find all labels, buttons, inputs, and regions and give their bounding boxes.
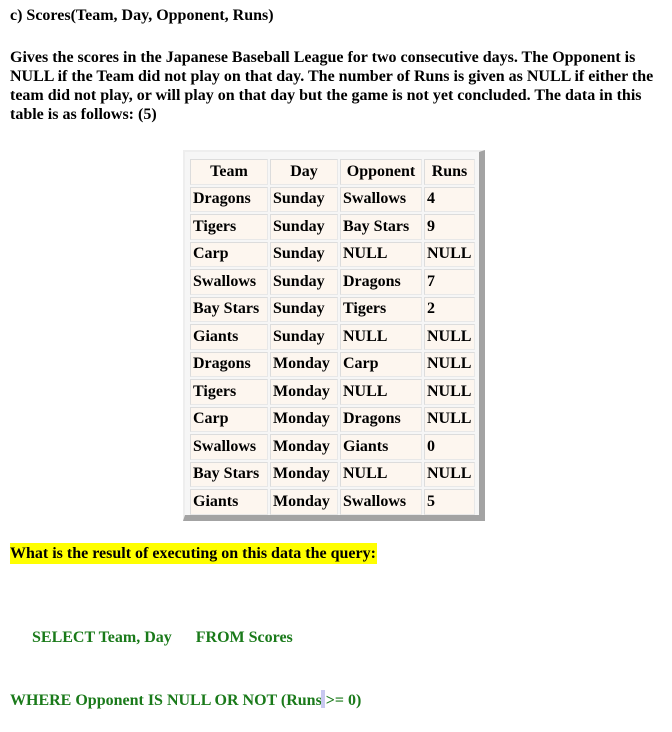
table-row: Giants Sunday NULL NULL — [190, 324, 475, 350]
cell-opponent: Carp — [340, 351, 422, 377]
cell-opponent: Dragons — [340, 269, 422, 295]
table-row: Bay Stars Sunday Tigers 2 — [190, 296, 475, 322]
cell-day: Monday — [270, 434, 338, 460]
cell-runs: NULL — [424, 406, 475, 432]
table-header-row: Team Day Opponent Runs — [190, 159, 475, 185]
cell-day: Sunday — [270, 241, 338, 267]
cell-day: Monday — [270, 406, 338, 432]
cell-opponent: Swallows — [340, 489, 422, 515]
cell-runs: NULL — [424, 324, 475, 350]
cell-day: Sunday — [270, 269, 338, 295]
cell-day: Sunday — [270, 296, 338, 322]
column-header-opponent: Opponent — [340, 159, 422, 185]
cell-team: Dragons — [190, 186, 268, 212]
sql-query-line-where: WHERE Opponent IS NULL OR NOT (Runs >= 0… — [10, 690, 361, 711]
cell-team: Carp — [190, 241, 268, 267]
cell-runs: NULL — [424, 241, 475, 267]
cell-opponent: NULL — [340, 379, 422, 405]
cell-team: Tigers — [190, 214, 268, 240]
cell-runs: NULL — [424, 461, 475, 487]
cell-runs: 7 — [424, 269, 475, 295]
column-header-team: Team — [190, 159, 268, 185]
table-row: Swallows Sunday Dragons 7 — [190, 269, 475, 295]
cell-team: Giants — [190, 489, 268, 515]
cell-opponent: Dragons — [340, 406, 422, 432]
cell-runs: 4 — [424, 186, 475, 212]
cell-day: Sunday — [270, 214, 338, 240]
cell-opponent: Giants — [340, 434, 422, 460]
cell-day: Monday — [270, 379, 338, 405]
table-row: Giants Monday Swallows 5 — [190, 489, 475, 515]
cell-opponent: NULL — [340, 241, 422, 267]
cell-team: Bay Stars — [190, 296, 268, 322]
cell-team: Giants — [190, 324, 268, 350]
table-row: Tigers Sunday Bay Stars 9 — [190, 214, 475, 240]
sql-query-where-text: WHERE Opponent IS NULL OR NOT (Runs — [10, 692, 322, 709]
cell-day: Monday — [270, 461, 338, 487]
scores-table-frame: Team Day Opponent Runs Dragons Sunday Swal… — [183, 150, 485, 521]
cell-opponent: NULL — [340, 324, 422, 350]
cell-opponent: NULL — [340, 461, 422, 487]
cell-team: Swallows — [190, 269, 268, 295]
question-highlighted: What is the result of executing on this … — [10, 543, 377, 564]
cell-opponent: Bay Stars — [340, 214, 422, 240]
cell-team: Bay Stars — [190, 461, 268, 487]
column-header-day: Day — [270, 159, 338, 185]
cell-team: Carp — [190, 406, 268, 432]
cell-opponent: Swallows — [340, 186, 422, 212]
table-row: Tigers Monday NULL NULL — [190, 379, 475, 405]
sql-query-line-select: SELECT Team, Day FROM Scores — [32, 629, 293, 646]
cell-runs: 2 — [424, 296, 475, 322]
cell-runs: NULL — [424, 379, 475, 405]
cell-day: Monday — [270, 489, 338, 515]
cell-day: Sunday — [270, 324, 338, 350]
cell-day: Monday — [270, 351, 338, 377]
cell-team: Dragons — [190, 351, 268, 377]
cell-team: Swallows — [190, 434, 268, 460]
column-header-runs: Runs — [424, 159, 475, 185]
table-row: Dragons Monday Carp NULL — [190, 351, 475, 377]
cell-runs: 5 — [424, 489, 475, 515]
description-paragraph: Gives the scores in the Japanese Basebal… — [10, 49, 654, 123]
table-row: Dragons Sunday Swallows 4 — [190, 186, 475, 212]
table-row: Swallows Monday Giants 0 — [190, 434, 475, 460]
table-body: Dragons Sunday Swallows 4 Tigers Sunday Bay S… — [190, 186, 475, 515]
section-heading: c) Scores(Team, Day, Opponent, Runs) — [10, 7, 274, 24]
cell-team: Tigers — [190, 379, 268, 405]
cell-runs: 0 — [424, 434, 475, 460]
sql-query-where-tail: >= 0) — [321, 692, 362, 709]
sql-query[interactable]: SELECT Team, Day FROM Scores WHERE Oppon… — [10, 585, 361, 732]
cell-opponent: Tigers — [340, 296, 422, 322]
table-row: Carp Sunday NULL NULL — [190, 241, 475, 267]
cell-day: Sunday — [270, 186, 338, 212]
scores-table: Team Day Opponent Runs Dragons Sunday Swal… — [188, 157, 477, 517]
cell-runs: NULL — [424, 351, 475, 377]
cell-runs: 9 — [424, 214, 475, 240]
table-row: Carp Monday Dragons NULL — [190, 406, 475, 432]
table-row: Bay Stars Monday NULL NULL — [190, 461, 475, 487]
